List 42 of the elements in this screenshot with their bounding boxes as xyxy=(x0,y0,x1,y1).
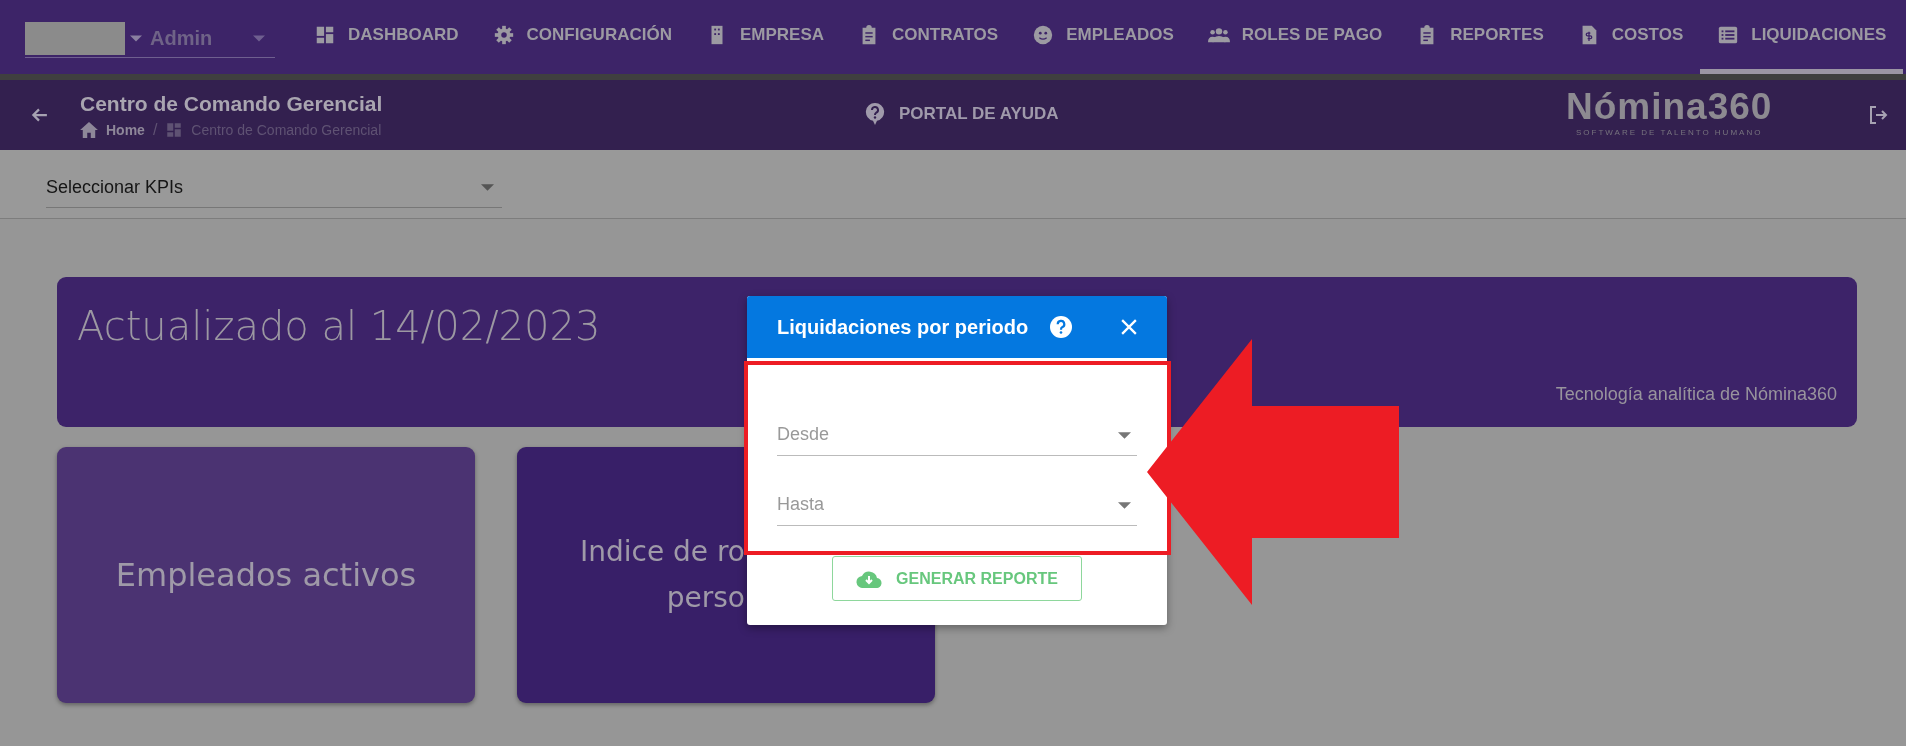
nav-tab[interactable]: CONTRATOS xyxy=(841,0,1016,74)
page-title: Centro de Comando Gerencial xyxy=(80,91,383,116)
nav-tab[interactable]: DASHBOARD xyxy=(297,0,476,74)
date-select[interactable]: Hasta xyxy=(777,484,1137,526)
caret-icon xyxy=(130,35,142,42)
banner-title: Actualizado al 14/02/2023 xyxy=(77,303,601,349)
nav-tab[interactable]: EMPLEADOS xyxy=(1015,0,1191,74)
home-icon xyxy=(80,121,98,138)
help-portal-link[interactable]: PORTAL DE AYUDA xyxy=(865,103,1059,125)
caret-icon xyxy=(1118,432,1131,439)
kpi-select[interactable]: Seleccionar KPIs xyxy=(46,168,502,208)
dialog-title: Liquidaciones por periodo xyxy=(777,315,1029,339)
logo-tagline: SOFTWARE DE TALENTO HUMANO xyxy=(1576,128,1763,137)
nav-tab[interactable]: COSTOS xyxy=(1560,0,1701,74)
logout-icon[interactable] xyxy=(1868,105,1888,125)
cloud-download-icon xyxy=(856,569,883,588)
user-select[interactable]: Admin xyxy=(25,20,275,58)
card-text: Indice de ro xyxy=(580,534,745,570)
breadcrumb-link[interactable]: Home xyxy=(106,121,145,138)
caret-icon xyxy=(253,35,265,42)
back-arrow-icon[interactable] xyxy=(30,106,48,124)
kpi-card[interactable]: Empleados activos xyxy=(57,447,475,703)
nav-tab[interactable]: CONFIGURACIÓN xyxy=(475,0,689,74)
brand-logo: Nómina360 xyxy=(1566,86,1773,128)
nav-tab[interactable]: REPORTES xyxy=(1399,0,1561,74)
dashboard-icon xyxy=(165,120,184,139)
caret-icon xyxy=(1118,502,1131,509)
help-icon xyxy=(865,103,885,125)
date-select[interactable]: Desde xyxy=(777,414,1137,456)
nav-tab[interactable]: LIQUIDACIONES xyxy=(1700,0,1904,74)
card-text: perso xyxy=(666,580,745,616)
face-icon xyxy=(1032,23,1055,46)
breadcrumb-separator: / xyxy=(152,120,158,139)
nav-tab[interactable]: EMPRESA xyxy=(688,0,842,74)
nav-tab[interactable]: ROLES DE PAGO xyxy=(1190,0,1400,74)
help-icon[interactable] xyxy=(1050,316,1073,338)
gear-icon xyxy=(492,23,515,46)
caret-icon xyxy=(481,184,494,191)
user-role: Admin xyxy=(150,27,213,50)
close-icon[interactable] xyxy=(1121,319,1137,335)
card-text: Empleados activos xyxy=(115,555,417,596)
banner-footer: Tecnología analítica de Nómina360 xyxy=(1555,384,1837,405)
